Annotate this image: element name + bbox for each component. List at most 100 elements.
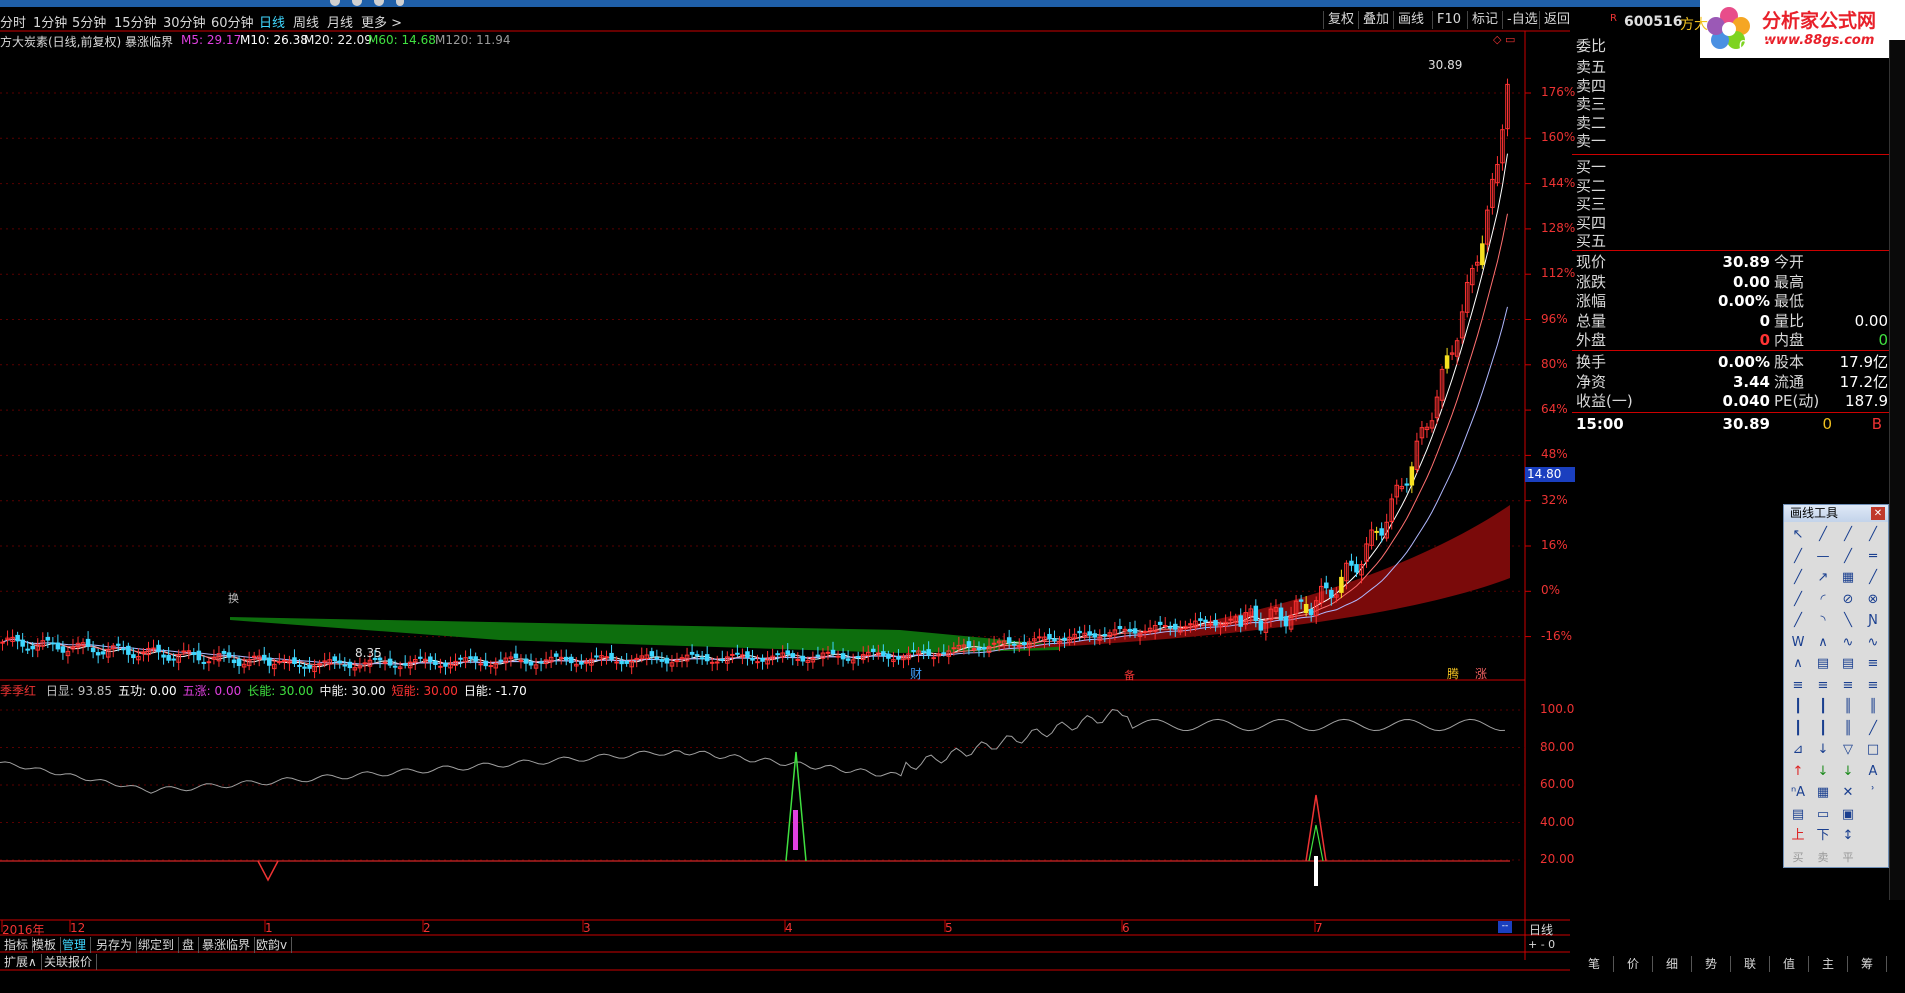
- candle-body: [619, 660, 624, 665]
- draw-tool-icon[interactable]: [1864, 806, 1882, 824]
- draw-tool-icon[interactable]: ʾ: [1864, 784, 1882, 802]
- kline-chart[interactable]: [0, 0, 1570, 993]
- draw-tool-icon[interactable]: ┃: [1814, 698, 1832, 716]
- quote-tab-1[interactable]: 价: [1614, 956, 1653, 972]
- draw-tool-icon[interactable]: ╱: [1789, 591, 1807, 609]
- quote-tab-2[interactable]: 细: [1653, 956, 1692, 972]
- draw-tool-icon[interactable]: ▦: [1814, 784, 1832, 802]
- draw-tool-icon[interactable]: 平: [1839, 849, 1857, 867]
- tab-5[interactable]: 盘: [178, 937, 200, 953]
- draw-tool-icon[interactable]: ∧: [1814, 634, 1832, 652]
- draw-tool-icon[interactable]: ╱: [1789, 548, 1807, 566]
- draw-tool-icon[interactable]: 卖: [1814, 849, 1832, 867]
- draw-tool-icon[interactable]: ╱: [1814, 526, 1832, 544]
- draw-tool-icon[interactable]: ╱: [1864, 720, 1882, 738]
- draw-tool-icon[interactable]: ║: [1839, 698, 1857, 716]
- draw-tool-icon[interactable]: □: [1864, 741, 1882, 759]
- draw-tool-icon[interactable]: ∿: [1839, 634, 1857, 652]
- draw-tool-icon[interactable]: ↓: [1814, 741, 1832, 759]
- draw-tool-icon[interactable]: —: [1814, 548, 1832, 566]
- draw-tool-icon[interactable]: ⊿: [1789, 741, 1807, 759]
- draw-tool-icon[interactable]: ╱: [1789, 612, 1807, 630]
- draw-tool-icon[interactable]: ≡: [1864, 677, 1882, 695]
- quote-tab-7[interactable]: 筹: [1848, 956, 1887, 972]
- indicator-value: 五功: 0.00: [118, 684, 177, 698]
- draw-tool-icon[interactable]: W: [1789, 634, 1807, 652]
- tab-6[interactable]: 暴涨临界: [198, 937, 256, 953]
- draw-tool-icon[interactable]: ⁿA: [1789, 784, 1807, 802]
- draw-tool-icon[interactable]: ≡: [1864, 655, 1882, 673]
- draw-tool-icon[interactable]: ╱: [1839, 548, 1857, 566]
- tab-3[interactable]: 另存为: [92, 937, 138, 953]
- draw-tool-icon[interactable]: ↕: [1839, 827, 1857, 845]
- quote-row: 涨跌 0.00 最高: [1572, 273, 1890, 292]
- tab-4[interactable]: 绑定到: [134, 937, 180, 953]
- drawing-tool-palette[interactable]: 画线工具 ✕ ↖ ╱ ╱ ╱ ╱ — ╱ ═ ╱ ↗ ▦ ╱ ╱ ◜ ⊘ ⊗ ╱ ◝ ╲ Ɲ W ∧ ∿ ∿ ∧ ▤ ▤ ≡ ≡ ≡ ≡ ≡ ┃ ┃…: [1783, 504, 1889, 868]
- draw-tool-icon[interactable]: ▭: [1814, 806, 1832, 824]
- close-icon[interactable]: ✕: [1871, 507, 1885, 520]
- tab-1[interactable]: 模板: [28, 937, 62, 953]
- candle-body: [750, 657, 755, 661]
- quote-tab-6[interactable]: 主: [1809, 956, 1848, 972]
- draw-tool-icon[interactable]: ▤: [1814, 655, 1832, 673]
- draw-tool-icon[interactable]: ↑: [1789, 763, 1807, 781]
- draw-tool-icon[interactable]: A: [1864, 763, 1882, 781]
- candle-body: [966, 641, 972, 647]
- bei-marker: 备: [1124, 669, 1135, 682]
- quote-tab-0[interactable]: 笔: [1575, 956, 1614, 972]
- draw-tool-icon[interactable]: ⊗: [1864, 591, 1882, 609]
- draw-tool-icon[interactable]: ≡: [1814, 677, 1832, 695]
- quote-row: 总量 0 量比 0.00: [1572, 312, 1890, 331]
- draw-tool-icon[interactable]: ↓: [1839, 763, 1857, 781]
- draw-tool-icon[interactable]: ╲: [1839, 612, 1857, 630]
- draw-tool-icon[interactable]: 买: [1789, 849, 1807, 867]
- candle-body: [201, 661, 207, 664]
- draw-tool-icon[interactable]: ≡: [1839, 677, 1857, 695]
- draw-tool-icon[interactable]: ▦: [1839, 569, 1857, 587]
- draw-tool-icon[interactable]: ╱: [1789, 569, 1807, 587]
- draw-tool-icon[interactable]: ∿: [1864, 634, 1882, 652]
- tab-7[interactable]: 欧韵v: [252, 937, 293, 953]
- draw-tool-icon[interactable]: ┃: [1789, 698, 1807, 716]
- indicator-name[interactable]: 季季红: [0, 684, 36, 698]
- draw-tool-icon[interactable]: ↗: [1814, 569, 1832, 587]
- quote-tab-4[interactable]: 联: [1731, 956, 1770, 972]
- draw-tool-icon[interactable]: 下: [1814, 827, 1832, 845]
- buy-level-label: 买四: [1576, 213, 1607, 232]
- chart-corner-icons[interactable]: ◇ ▭: [1493, 33, 1515, 46]
- draw-tool-icon[interactable]: ▣: [1839, 806, 1857, 824]
- period-label: 日线: [1529, 923, 1554, 937]
- draw-tool-icon[interactable]: ┃: [1814, 720, 1832, 738]
- quote-tab-5[interactable]: 值: [1770, 956, 1809, 972]
- draw-tool-icon[interactable]: ═: [1864, 548, 1882, 566]
- draw-tool-icon[interactable]: ◝: [1814, 612, 1832, 630]
- draw-tool-icon[interactable]: ≡: [1789, 677, 1807, 695]
- draw-tool-icon[interactable]: ✕: [1839, 784, 1857, 802]
- draw-tool-icon[interactable]: ∧: [1789, 655, 1807, 673]
- draw-tool-icon[interactable]: ╱: [1839, 526, 1857, 544]
- draw-tool-icon[interactable]: 上: [1789, 827, 1807, 845]
- ext-tab-0[interactable]: 扩展∧: [0, 954, 42, 970]
- draw-tool-icon[interactable]: Ɲ: [1864, 612, 1882, 630]
- draw-tool-icon[interactable]: ▤: [1789, 806, 1807, 824]
- draw-tool-icon[interactable]: ↓: [1814, 763, 1832, 781]
- draw-tool-icon[interactable]: ┃: [1789, 720, 1807, 738]
- scroll-end-button[interactable]: --: [1498, 921, 1512, 933]
- ext-tab-1[interactable]: 关联报价: [40, 954, 98, 970]
- draw-tool-icon[interactable]: [1864, 849, 1882, 867]
- draw-tool-icon[interactable]: ⊘: [1839, 591, 1857, 609]
- draw-tool-icon[interactable]: ↖: [1789, 526, 1807, 544]
- draw-tool-icon[interactable]: [1864, 827, 1882, 845]
- quote-tab-3[interactable]: 势: [1692, 956, 1731, 972]
- candle-body: [1142, 630, 1148, 633]
- draw-tool-icon[interactable]: ▤: [1839, 655, 1857, 673]
- draw-tool-icon[interactable]: ║: [1864, 698, 1882, 716]
- tab-2[interactable]: 管理: [58, 937, 92, 953]
- draw-tool-icon[interactable]: ║: [1839, 720, 1857, 738]
- candle-body: [347, 661, 353, 669]
- draw-tool-icon[interactable]: ◜: [1814, 591, 1832, 609]
- draw-tool-icon[interactable]: ▽: [1839, 741, 1857, 759]
- zoom-controls[interactable]: + - 0: [1528, 938, 1555, 951]
- draw-tool-icon[interactable]: ╱: [1864, 526, 1882, 544]
- draw-tool-icon[interactable]: ╱: [1864, 569, 1882, 587]
